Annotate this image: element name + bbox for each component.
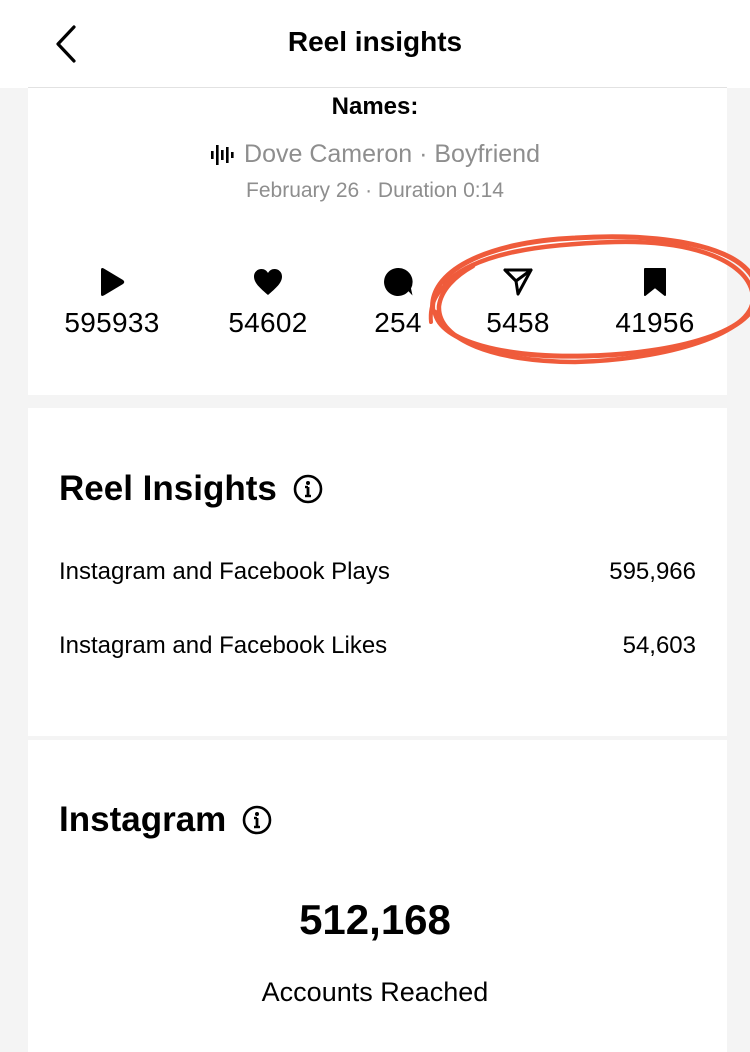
saves-count: 41956 (615, 307, 695, 338)
instagram-title: Instagram (59, 800, 227, 839)
audio-track-label: Dove Cameron · Boyfriend (244, 140, 540, 168)
reel-insights-heading: Reel Insights (59, 469, 323, 509)
reel-insights-title: Reel Insights (59, 469, 277, 508)
plays-count: 595933 (64, 307, 160, 338)
stat-shares: 5458 (448, 265, 588, 339)
stat-plays: 595933 (42, 265, 182, 339)
send-icon (503, 268, 533, 296)
metric-row-plays: Instagram and Facebook Plays 595,966 (59, 558, 696, 586)
audio-waveform-icon (211, 144, 234, 165)
metric-label: Instagram and Facebook Likes (59, 632, 388, 659)
audio-track[interactable]: Dove Cameron · Boyfriend (0, 140, 750, 169)
stat-likes: 54602 (198, 265, 338, 339)
stat-saves: 41956 (585, 265, 725, 339)
info-icon[interactable] (293, 474, 323, 504)
metric-row-likes: Instagram and Facebook Likes 54,603 (59, 632, 696, 660)
accounts-reached-value: 512,168 (299, 896, 451, 943)
reel-meta: February 26 · Duration 0:14 (246, 179, 504, 202)
comments-count: 254 (374, 307, 422, 338)
accounts-reached-label: Accounts Reached (261, 977, 489, 1007)
likes-count: 54602 (228, 307, 308, 338)
instagram-heading: Instagram (59, 800, 272, 840)
header-divider (28, 87, 727, 88)
metric-label: Instagram and Facebook Plays (59, 558, 390, 585)
comment-icon (384, 267, 413, 296)
metric-value: 54,603 (622, 632, 696, 659)
page-title: Reel insights (287, 26, 463, 57)
bookmark-icon (644, 268, 666, 296)
info-icon[interactable] (242, 805, 272, 835)
metric-value: 595,966 (609, 558, 696, 585)
play-icon (101, 268, 125, 296)
shares-count: 5458 (486, 307, 550, 338)
names-label: Names: (331, 93, 419, 120)
stat-comments: 254 (328, 265, 468, 339)
heart-icon (254, 269, 282, 295)
